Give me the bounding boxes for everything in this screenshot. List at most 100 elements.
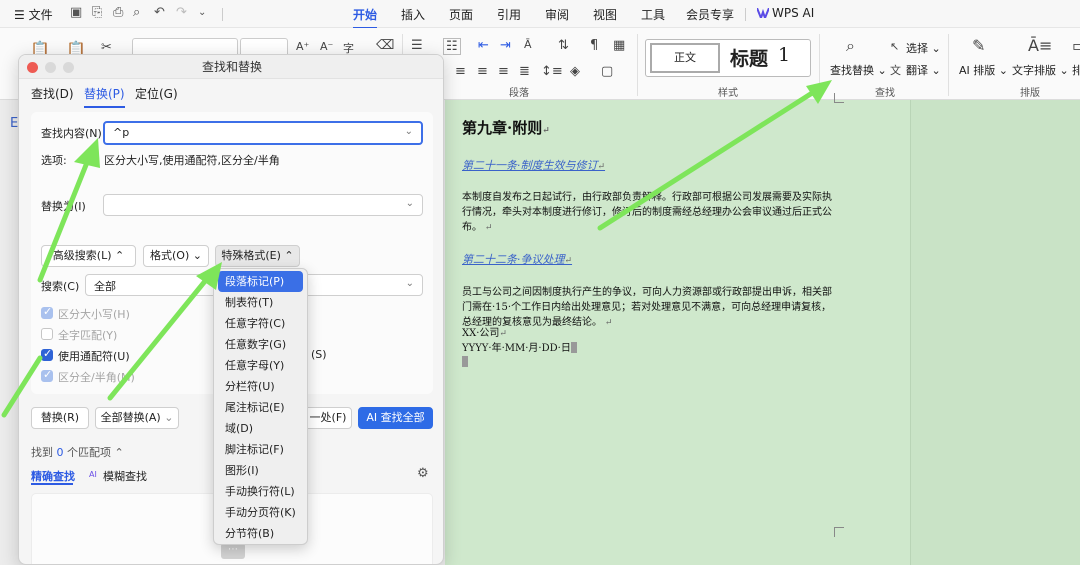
- export-icon[interactable]: ⎘: [92, 5, 102, 20]
- sort-icon[interactable]: ⇅: [558, 38, 569, 53]
- ribbon-separator: [948, 34, 949, 96]
- undo-icon[interactable]: ↶: [154, 5, 165, 20]
- match-count-number: 0: [56, 446, 64, 459]
- translate-icon[interactable]: 文: [890, 62, 901, 78]
- text-layout-icon[interactable]: Ā≡: [1028, 36, 1052, 55]
- menu-item-manual-page-break[interactable]: 手动分页符(K): [218, 502, 303, 523]
- case-sensitive-checkbox[interactable]: [41, 305, 53, 319]
- chinese-layout-icon[interactable]: Ā: [524, 38, 532, 51]
- tab-page[interactable]: 页面: [449, 6, 473, 23]
- find-replace-button[interactable]: 查找替换 ⌄: [830, 62, 887, 78]
- tab-home[interactable]: 开始: [353, 6, 378, 29]
- replace-all-button[interactable]: 全部替换(A) ⌄: [95, 407, 179, 429]
- format-button[interactable]: 格式(O) ⌄: [143, 245, 209, 267]
- menu-item-section-break[interactable]: 分节符(B): [218, 523, 303, 544]
- menu-item-endnote-mark[interactable]: 尾注标记(E): [218, 397, 303, 418]
- menu-item-column-break[interactable]: 分栏符(U): [218, 376, 303, 397]
- width-sensitive-checkbox[interactable]: [41, 368, 53, 382]
- width-sensitive-label: 区分全/半角(M): [58, 371, 135, 384]
- search-scope-value: 全部: [94, 280, 116, 293]
- chevron-down-icon[interactable]: ⌄: [406, 278, 414, 289]
- table-icon[interactable]: ▦: [613, 38, 625, 53]
- close-window-icon[interactable]: [27, 62, 38, 73]
- cut-icon[interactable]: ✂: [101, 40, 112, 55]
- redo-icon[interactable]: ↷: [176, 5, 187, 20]
- menu-item-any-digit[interactable]: 任意数字(G): [218, 334, 303, 355]
- style-heading1[interactable]: 标题: [730, 44, 768, 71]
- show-marks-icon[interactable]: ¶: [590, 38, 598, 53]
- whole-word-checkbox[interactable]: [41, 328, 53, 340]
- special-format-button[interactable]: 特殊格式(E) ⌃: [215, 245, 300, 267]
- clear-format-icon[interactable]: ⌫: [376, 38, 394, 53]
- align-right-icon[interactable]: ≡: [498, 64, 509, 79]
- find-input[interactable]: ^p ⌄: [103, 121, 423, 145]
- menu-item-paragraph-mark[interactable]: 段落标记(P): [218, 271, 303, 292]
- tab-replace[interactable]: 替换(P): [84, 85, 125, 108]
- select-button[interactable]: 选择 ⌄: [906, 40, 941, 56]
- tab-references[interactable]: 引用: [497, 6, 521, 23]
- menu-item-any-char[interactable]: 任意字符(C): [218, 313, 303, 334]
- more-icon[interactable]: ⌄: [198, 7, 206, 18]
- tab-wps-ai[interactable]: WPS AI: [772, 6, 814, 20]
- menu-item-field[interactable]: 域(D): [218, 418, 303, 439]
- align-left-icon[interactable]: ≡: [455, 64, 466, 79]
- left-strip-glyph: E: [10, 116, 19, 131]
- ai-find-all-button[interactable]: AI 查找全部: [358, 407, 433, 429]
- options-label: 选项:: [41, 154, 67, 167]
- find-next-button[interactable]: 一处(F): [304, 407, 352, 429]
- select-cursor-icon[interactable]: ↖: [890, 40, 899, 53]
- more-layout-label[interactable]: 排: [1072, 62, 1080, 78]
- ai-layout-button[interactable]: AI 排版 ⌄: [959, 62, 1008, 78]
- replace-button[interactable]: 替换(R): [31, 407, 89, 429]
- shrink-font-icon[interactable]: A⁻: [320, 40, 333, 53]
- tab-tools[interactable]: 工具: [641, 6, 665, 23]
- style-normal[interactable]: 正文: [650, 43, 720, 73]
- replace-input[interactable]: ⌄: [103, 194, 423, 216]
- drag-handle-icon[interactable]: ⋯: [221, 543, 245, 559]
- article22-heading: 第二十二条·争议处理↵: [462, 253, 573, 266]
- menu-item-footnote-mark[interactable]: 脚注标记(F): [218, 439, 303, 460]
- wildcard-checkbox[interactable]: [41, 347, 53, 361]
- translate-button[interactable]: 翻译 ⌄: [906, 62, 941, 78]
- tab-goto[interactable]: 定位(G): [135, 85, 178, 102]
- tab-find[interactable]: 查找(D): [31, 85, 74, 102]
- tab-member[interactable]: 会员专享: [686, 6, 734, 23]
- increase-indent-icon[interactable]: ⇥: [500, 38, 511, 53]
- advanced-search-button[interactable]: 高级搜索(L) ⌃: [41, 245, 136, 267]
- print-icon[interactable]: ⎙: [113, 5, 123, 20]
- menu-item-graphic[interactable]: 图形(I): [218, 460, 303, 481]
- chevron-up-icon[interactable]: ⌃: [115, 446, 124, 459]
- chevron-down-icon[interactable]: ⌄: [405, 126, 413, 137]
- ribbon-separator: [637, 34, 638, 96]
- tab-insert[interactable]: 插入: [401, 6, 425, 23]
- numbering-icon[interactable]: ☷: [443, 38, 461, 55]
- more-layout-icon[interactable]: ▭: [1072, 36, 1080, 55]
- print-preview-icon[interactable]: ⌕: [133, 5, 140, 20]
- search-icon[interactable]: ⌕: [846, 36, 855, 56]
- tab-exact-search[interactable]: 精确查找: [31, 468, 75, 484]
- minimize-window-icon[interactable]: [45, 62, 56, 73]
- menu-item-manual-line-break[interactable]: 手动换行符(L): [218, 481, 303, 502]
- save-icon[interactable]: ▣: [70, 5, 82, 20]
- styles-group-label: 样式: [718, 88, 738, 99]
- line-spacing-icon[interactable]: ↕≡: [541, 64, 563, 79]
- tab-review[interactable]: 审阅: [545, 6, 569, 23]
- tab-fuzzy-search[interactable]: 模糊查找: [103, 468, 147, 484]
- text-layout-button[interactable]: 文字排版 ⌄: [1012, 62, 1069, 78]
- menu-item-tab[interactable]: 制表符(T): [218, 292, 303, 313]
- ai-layout-icon[interactable]: ✎: [972, 36, 985, 55]
- justify-icon[interactable]: ≣: [519, 64, 530, 79]
- gear-icon[interactable]: ⚙: [417, 466, 429, 481]
- border-icon[interactable]: ▢: [601, 64, 613, 79]
- bullets-icon[interactable]: ☰: [411, 38, 423, 53]
- zoom-window-icon[interactable]: [63, 62, 74, 73]
- align-center-icon[interactable]: ≡: [477, 64, 488, 79]
- chevron-down-icon[interactable]: ⌄: [406, 198, 414, 209]
- exact-tab-underline: [31, 483, 73, 485]
- grow-font-icon[interactable]: A⁺: [296, 40, 309, 53]
- decrease-indent-icon[interactable]: ⇤: [478, 38, 489, 53]
- shading-icon[interactable]: ◈: [570, 64, 580, 79]
- menu-item-any-letter[interactable]: 任意字母(Y): [218, 355, 303, 376]
- file-menu[interactable]: ☰ 文件: [14, 6, 53, 23]
- tab-view[interactable]: 视图: [593, 6, 617, 23]
